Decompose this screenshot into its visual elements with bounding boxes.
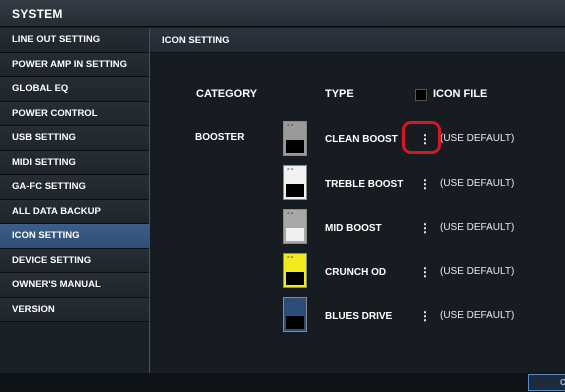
sidebar-item-version[interactable]: VERSION xyxy=(0,297,149,322)
sidebar-item-power-amp-in-setting[interactable]: POWER AMP IN SETTING xyxy=(0,52,149,77)
pedal-icon[interactable]: °° xyxy=(283,253,307,288)
panel-header: ICON SETTING xyxy=(150,28,565,53)
menu-dots-icon[interactable]: ⋮ xyxy=(419,221,431,235)
menu-dots-icon[interactable]: ⋮ xyxy=(419,177,431,191)
sidebar-item-device-setting[interactable]: DEVICE SETTING xyxy=(0,248,149,273)
sidebar-item-midi-setting[interactable]: MIDI SETTING xyxy=(0,150,149,175)
sidebar-item-usb-setting[interactable]: USB SETTING xyxy=(0,126,149,151)
category-label: BOOSTER xyxy=(195,132,245,143)
icon-file-square-icon xyxy=(415,89,427,101)
bottom-bar xyxy=(0,373,565,392)
type-label: MID BOOST xyxy=(325,223,382,234)
type-label: CLEAN BOOST xyxy=(325,134,398,145)
sidebar-item-power-control[interactable]: POWER CONTROL xyxy=(0,101,149,126)
sidebar: LINE OUT SETTING POWER AMP IN SETTING GL… xyxy=(0,28,150,373)
pedal-icon[interactable]: °° xyxy=(283,121,307,156)
sidebar-item-icon-setting[interactable]: ICON SETTING xyxy=(0,224,149,249)
type-label: BLUES DRIVE xyxy=(325,311,393,322)
title-bar: SYSTEM xyxy=(0,0,565,27)
menu-dots-icon[interactable]: ⋮ xyxy=(419,309,431,323)
column-header-icon-file: ICON FILE xyxy=(433,88,488,100)
sidebar-item-global-eq[interactable]: GLOBAL EQ xyxy=(0,77,149,102)
column-header-category: CATEGORY xyxy=(196,88,258,100)
icon-file-value[interactable]: (USE DEFAULT) xyxy=(440,310,514,321)
icon-file-value[interactable]: (USE DEFAULT) xyxy=(440,178,514,189)
pedal-icon[interactable]: °° xyxy=(283,209,307,244)
type-label: TREBLE BOOST xyxy=(325,179,404,190)
highlight-ring xyxy=(402,121,441,154)
type-label: CRUNCH OD xyxy=(325,267,387,278)
pedal-icon[interactable]: °° xyxy=(283,297,307,332)
close-button[interactable]: C xyxy=(528,374,565,391)
sidebar-item-ga-fc-setting[interactable]: GA-FC SETTING xyxy=(0,175,149,200)
window-title: SYSTEM xyxy=(12,7,63,21)
icon-file-value[interactable]: (USE DEFAULT) xyxy=(440,266,514,277)
main-panel: ICON SETTING CATEGORY TYPE ICON FILE BOO… xyxy=(150,28,565,373)
menu-dots-icon[interactable]: ⋮ xyxy=(419,265,431,279)
panel-title: ICON SETTING xyxy=(162,35,230,46)
pedal-icon[interactable]: °° xyxy=(283,165,307,200)
sidebar-item-line-out-setting[interactable]: LINE OUT SETTING xyxy=(0,28,149,53)
sidebar-item-owners-manual[interactable]: OWNER'S MANUAL xyxy=(0,273,149,298)
column-header-type: TYPE xyxy=(325,88,354,100)
icon-file-value[interactable]: (USE DEFAULT) xyxy=(440,222,514,233)
icon-file-value[interactable]: (USE DEFAULT) xyxy=(440,133,514,144)
sidebar-item-all-data-backup[interactable]: ALL DATA BACKUP xyxy=(0,199,149,224)
